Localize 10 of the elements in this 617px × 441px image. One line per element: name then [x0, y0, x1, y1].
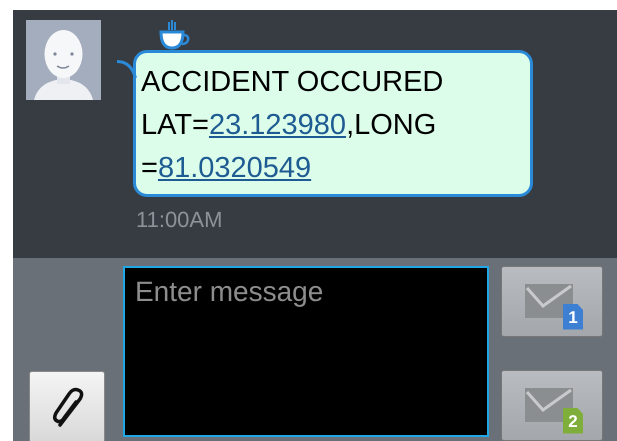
- attach-button[interactable]: [29, 371, 105, 441]
- message-text: ACCIDENT OCCURED LAT=23.123980,LONG =81.0320549: [141, 65, 444, 186]
- message-input[interactable]: Enter message: [123, 266, 489, 437]
- timestamp: 11:00AM: [136, 207, 222, 233]
- sim-badge: 1: [563, 304, 583, 330]
- send-button[interactable]: 1: [501, 266, 603, 337]
- sim-badge: 2: [563, 408, 583, 434]
- avatar-icon: [26, 20, 101, 100]
- link[interactable]: 81.0320549: [158, 152, 312, 184]
- link[interactable]: 23.123980: [208, 109, 346, 141]
